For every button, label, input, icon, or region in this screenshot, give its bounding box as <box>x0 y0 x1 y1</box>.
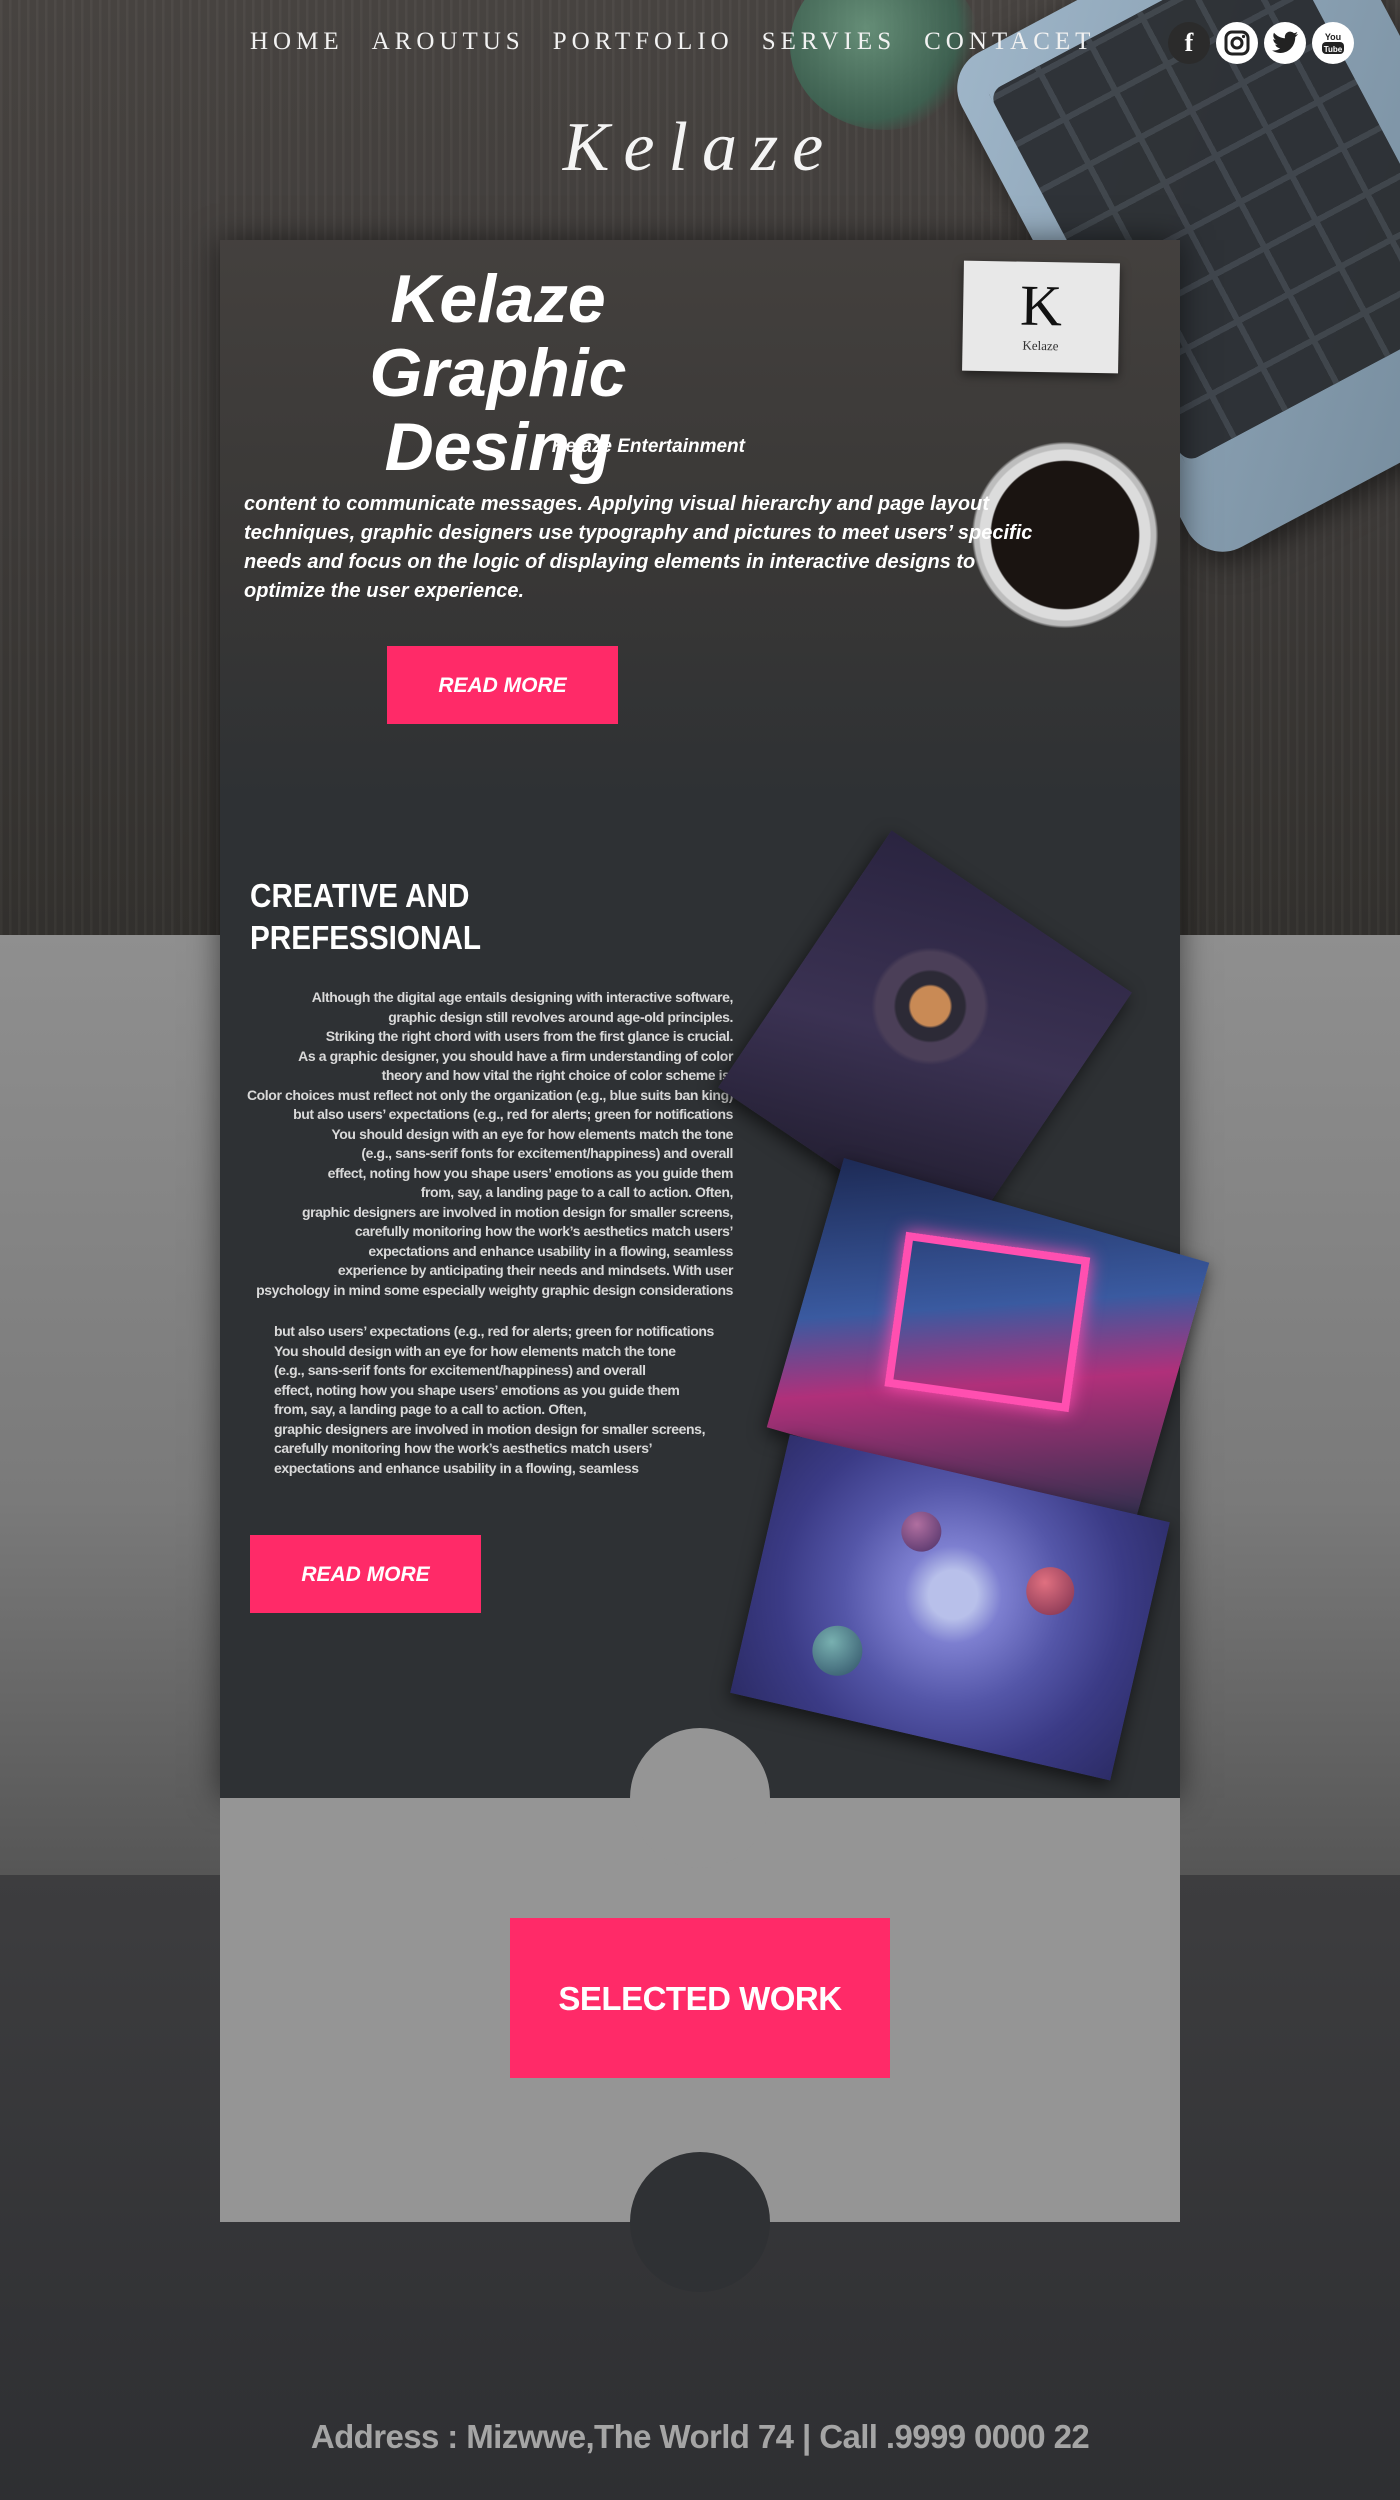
paragraph-line: effect, noting how you shape users’ emot… <box>327 1164 734 1181</box>
nav-contact[interactable]: CONTACET <box>924 28 1095 56</box>
section-title-line2: PREFESSIONAL <box>250 919 482 956</box>
paragraph-line: carefully monitoring how the work’s aest… <box>274 1440 653 1456</box>
paragraph-line: graphic designers are involved in motion… <box>301 1203 733 1220</box>
section-title: CREATIVE AND PREFESSIONAL <box>250 875 481 959</box>
top-navbar: HOME AROUTUS PORTFOLIO SERVIES CONTACET … <box>0 22 1400 66</box>
notch-top-decoration <box>630 1728 770 1868</box>
paragraph-line: You should design with an eye for how el… <box>274 1342 676 1359</box>
business-card-letter: K <box>1019 272 1063 339</box>
selected-work-section: SELECTED WORK <box>220 1728 1180 2292</box>
planet-decoration <box>1021 1562 1080 1620</box>
paragraph-line: Although the digital age entails designi… <box>311 989 734 1005</box>
hero-subtitle: Kelaze Entertainment <box>551 436 745 457</box>
paragraph-line: but also users’ expectations (e.g., red … <box>274 1323 714 1339</box>
paragraph-line: graphic designers are involved in motion… <box>274 1420 706 1437</box>
paragraph-line: Color choices must reflect not only the … <box>246 1086 733 1103</box>
paragraph-line: You should design with an eye for how el… <box>331 1125 733 1142</box>
section-title-line1: CREATIVE AND <box>250 877 470 914</box>
hero-description: content to communicate messages. Applyin… <box>244 493 1033 602</box>
hero-read-more-button[interactable]: READ MORE <box>387 646 618 724</box>
footer-address: Address : Mizwwe,The World 74 | Call .99… <box>310 2418 1090 2455</box>
paragraph-line: Striking the right chord with users from… <box>325 1028 734 1044</box>
business-card-image: K Kelaze <box>962 260 1120 374</box>
paragraph-line: theory and how vital the right choice of… <box>381 1067 734 1083</box>
paragraph-line: from, say, a landing page to a call to a… <box>420 1184 734 1200</box>
planet-decoration <box>897 1507 946 1556</box>
paragraph-line: but also users’ expectations (e.g., red … <box>293 1106 733 1122</box>
paragraph-line: As a graphic designer, you should have a… <box>298 1047 733 1064</box>
section-paragraph-1: Although the digital age entails designi… <box>220 988 733 1300</box>
nav-portfolio[interactable]: PORTFOLIO <box>553 28 734 56</box>
facebook-icon[interactable]: f <box>1168 22 1210 64</box>
business-card-name: Kelaze <box>1022 337 1059 354</box>
hero-section: K Kelaze Kelaze Graphic Desing Kelaze En… <box>220 240 1180 800</box>
youtube-icon[interactable]: You Tube <box>1312 22 1354 64</box>
section-read-more-button[interactable]: READ MORE <box>250 1535 481 1613</box>
main-card: K Kelaze Kelaze Graphic Desing Kelaze En… <box>220 240 1210 1798</box>
svg-text:You: You <box>1325 32 1341 42</box>
paragraph-line: graphic design still revolves around age… <box>388 1008 733 1025</box>
nav-home[interactable]: HOME <box>250 28 344 56</box>
paragraph-line: from, say, a landing page to a call to a… <box>274 1401 587 1417</box>
nav-about-us[interactable]: AROUTUS <box>372 28 525 56</box>
paragraph-line: expectations and enhance usability in a … <box>274 1459 639 1476</box>
paragraph-line: (e.g., sans-serif fonts for excitement/h… <box>361 1145 733 1161</box>
paragraph-line: carefully monitoring how the work’s aest… <box>354 1223 734 1239</box>
paragraph-line: effect, noting how you shape users’ emot… <box>274 1381 680 1398</box>
notch-bottom-decoration <box>630 2152 770 2292</box>
section-paragraph-2: but also users’ expectations (e.g., red … <box>274 1322 794 1478</box>
hero-title-line1: Kelaze <box>390 261 606 337</box>
nav-services[interactable]: SERVIES <box>762 28 896 56</box>
site-logo[interactable]: Kelaze <box>0 108 1400 188</box>
main-nav: HOME AROUTUS PORTFOLIO SERVIES CONTACET <box>250 28 1095 56</box>
svg-text:Tube: Tube <box>1324 45 1343 54</box>
paragraph-line: (e.g., sans-serif fonts for excitement/h… <box>274 1362 646 1378</box>
paragraph-line: expectations and enhance usability in a … <box>368 1242 733 1259</box>
social-links: f You Tube <box>1168 22 1354 64</box>
instagram-icon[interactable] <box>1216 22 1258 64</box>
twitter-icon[interactable] <box>1264 22 1306 64</box>
paragraph-line: experience by anticipating their needs a… <box>337 1262 734 1278</box>
hero-title-line2: Graphic Desing <box>369 335 627 485</box>
paragraph-line: psychology in mind some especially weigh… <box>256 1281 733 1298</box>
planet-decoration <box>807 1620 868 1681</box>
selected-work-button[interactable]: SELECTED WORK <box>510 1918 890 2078</box>
